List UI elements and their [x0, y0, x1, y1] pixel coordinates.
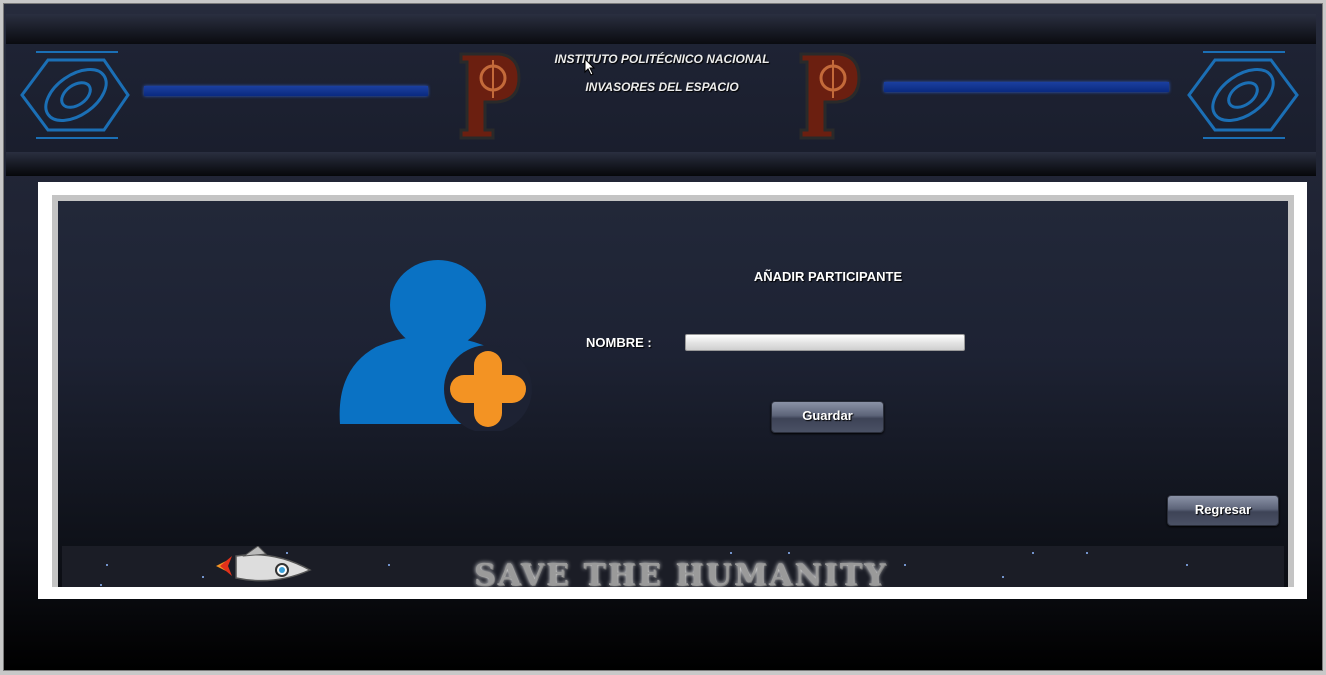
- game-title: INVASORES DEL ESPACIO: [585, 80, 739, 94]
- institution-title: INSTITUTO POLITÉCNICO NACIONAL: [554, 52, 770, 66]
- banner-title: SAVE THE HUMANITY: [474, 558, 888, 587]
- header-bar-left: [144, 86, 428, 96]
- ipn-logo-icon: [18, 50, 130, 147]
- header-bottom-band: [6, 152, 1316, 176]
- game-banner: SAVE THE HUMANITY: [62, 546, 1284, 587]
- mouse-cursor-icon: [584, 57, 596, 81]
- header-top-band: [6, 14, 1316, 44]
- add-user-icon: [336, 259, 536, 436]
- ipn-logo-icon: [1185, 50, 1301, 147]
- save-button[interactable]: Guardar: [771, 401, 884, 433]
- rocket-icon: [216, 546, 312, 582]
- poli-logo-icon: [455, 50, 525, 147]
- back-button[interactable]: Regresar: [1167, 495, 1279, 526]
- poli-logo-icon: [795, 50, 865, 147]
- form-title: AÑADIR PARTICIPANTE: [753, 269, 903, 284]
- nombre-label: NOMBRE :: [586, 335, 652, 350]
- add-participant-panel: AÑADIR PARTICIPANTE NOMBRE : Guardar Reg…: [58, 201, 1288, 587]
- nombre-input[interactable]: [685, 334, 965, 351]
- header-bar-right: [884, 82, 1169, 92]
